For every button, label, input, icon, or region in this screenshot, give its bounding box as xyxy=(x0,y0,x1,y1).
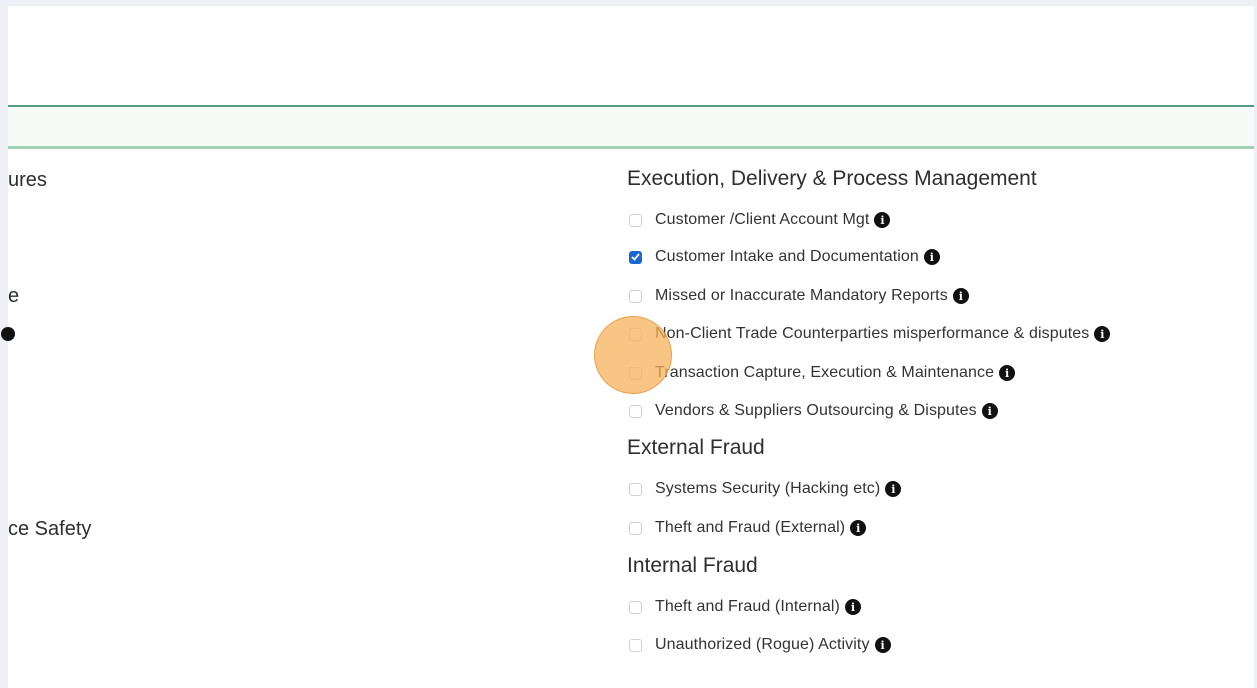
left-category-title-partial: ures xyxy=(8,169,47,191)
left-option-label-partial: e xyxy=(8,285,20,307)
option-label: Systems Security (Hacking etc) xyxy=(655,480,881,497)
info-icon[interactable]: i xyxy=(952,288,969,304)
option-row[interactable]: Customer /Client Account Mgt i xyxy=(627,209,891,231)
option-label: Non-Client Trade Counterparties misperfo… xyxy=(655,325,1090,342)
info-icon[interactable]: i xyxy=(1094,326,1111,342)
option-label: Unauthorized (Rogue) Activity xyxy=(655,636,870,653)
option-label: Theft and Fraud (External) xyxy=(655,519,846,536)
option-label: Theft and Fraud (Internal) xyxy=(655,598,840,615)
option-label: Customer Intake and Documentation xyxy=(655,248,919,265)
info-icon[interactable]: i xyxy=(874,212,891,228)
info-icon[interactable]: i xyxy=(850,520,867,536)
checkbox[interactable] xyxy=(629,213,642,227)
checkbox-checked[interactable] xyxy=(629,250,642,264)
info-icon[interactable] xyxy=(1,327,15,341)
checkbox[interactable] xyxy=(629,638,642,652)
checkmark-icon xyxy=(631,253,640,261)
option-row[interactable]: Customer Intake and Documentation i xyxy=(627,246,940,268)
checkbox[interactable] xyxy=(629,404,642,418)
category-title: External Fraud xyxy=(627,436,765,459)
click-indicator xyxy=(594,316,672,394)
info-icon[interactable]: i xyxy=(885,481,902,497)
checkbox[interactable] xyxy=(629,482,642,496)
option-row[interactable]: Theft and Fraud (Internal) i xyxy=(627,596,861,618)
option-row[interactable]: Unauthorized (Rogue) Activity i xyxy=(627,634,891,656)
checkbox[interactable] xyxy=(629,600,642,614)
option-row[interactable]: Transaction Capture, Execution & Mainten… xyxy=(627,362,1016,384)
option-label: Vendors & Suppliers Outsourcing & Disput… xyxy=(655,402,977,419)
option-row[interactable]: Theft and Fraud (External) i xyxy=(627,517,867,539)
info-icon[interactable]: i xyxy=(874,637,891,653)
option-row[interactable]: Non-Client Trade Counterparties misperfo… xyxy=(627,323,1111,345)
header-area xyxy=(8,6,1254,104)
option-row[interactable]: Missed or Inaccurate Mandatory Reports i xyxy=(627,285,969,307)
category-title: Internal Fraud xyxy=(627,554,758,577)
info-icon[interactable]: i xyxy=(999,365,1016,381)
option-label: Missed or Inaccurate Mandatory Reports xyxy=(655,287,948,304)
option-row[interactable]: Systems Security (Hacking etc) i xyxy=(627,478,902,500)
option-label: Customer /Client Account Mgt xyxy=(655,211,870,228)
info-icon[interactable]: i xyxy=(923,249,940,265)
right-category-column: Execution, Delivery & Process Management… xyxy=(627,149,1247,679)
checkbox[interactable] xyxy=(629,289,642,303)
left-category-title-partial: ce Safety xyxy=(8,518,92,540)
option-row[interactable]: Vendors & Suppliers Outsourcing & Disput… xyxy=(627,400,998,422)
left-category-column: ures e ce Safety xyxy=(1,149,308,679)
section-strip xyxy=(8,107,1254,146)
info-icon[interactable]: i xyxy=(981,403,998,419)
checkbox[interactable] xyxy=(629,521,642,535)
info-icon[interactable]: i xyxy=(844,599,861,615)
option-label: Transaction Capture, Execution & Mainten… xyxy=(655,364,995,381)
category-title: Execution, Delivery & Process Management xyxy=(627,167,1037,190)
